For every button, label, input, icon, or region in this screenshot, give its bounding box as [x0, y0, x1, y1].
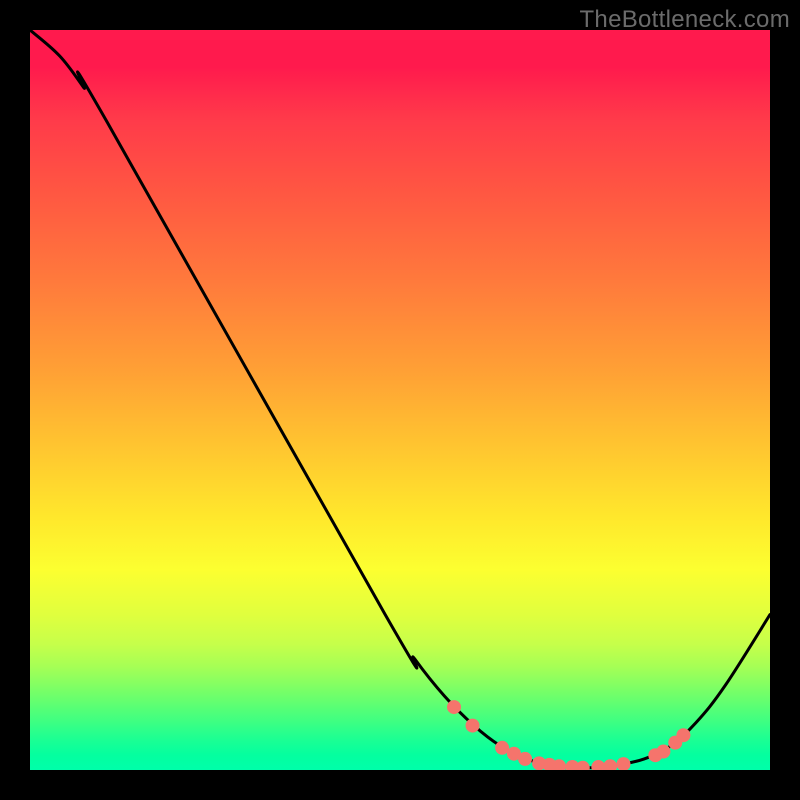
data-dot	[466, 719, 480, 733]
data-dot	[603, 759, 617, 770]
bottleneck-curve	[30, 30, 770, 768]
watermark-text: TheBottleneck.com	[579, 6, 790, 34]
bottleneck-curve-svg	[30, 30, 770, 770]
data-dot	[518, 752, 532, 766]
data-dot	[656, 745, 670, 759]
data-dot	[616, 757, 630, 770]
data-dot	[495, 741, 509, 755]
data-dot	[447, 700, 461, 714]
chart-frame: TheBottleneck.com	[0, 0, 800, 800]
data-dot	[591, 760, 605, 770]
data-dot	[676, 728, 690, 742]
plot-area	[30, 30, 770, 770]
data-dot	[576, 761, 590, 770]
